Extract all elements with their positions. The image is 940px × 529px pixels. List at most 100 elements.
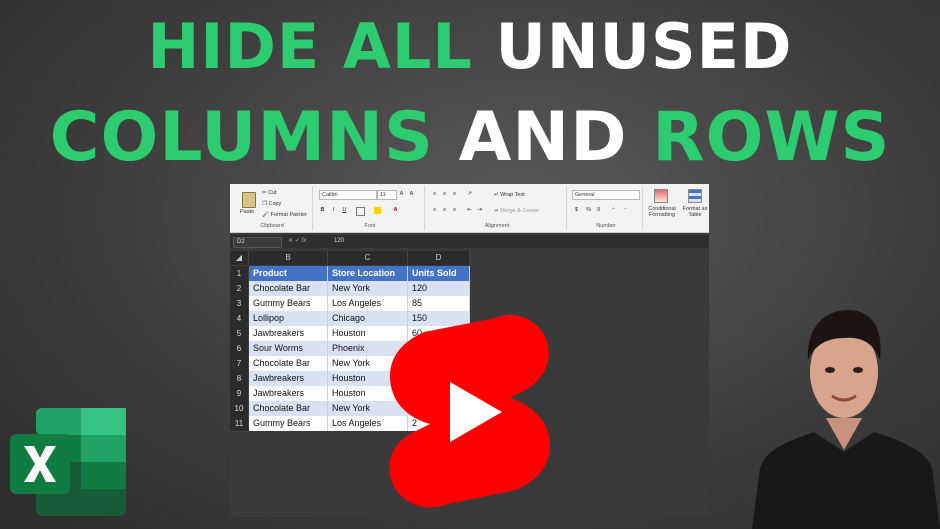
align-center-icon[interactable]: ≡	[441, 207, 448, 214]
name-box[interactable]: D2	[233, 237, 282, 248]
table-cell[interactable]: Chocolate Bar	[249, 281, 328, 296]
borders-icon[interactable]	[356, 207, 365, 216]
enter-icon[interactable]: ✓	[295, 238, 300, 244]
italic-button[interactable]: I	[330, 207, 337, 214]
row-header[interactable]: 4	[230, 311, 248, 327]
align-left-icon[interactable]: ≡	[431, 207, 438, 214]
align-middle-icon[interactable]: ≡	[441, 191, 448, 198]
styles-group: Conditional Formatting Format as Table	[646, 186, 709, 230]
table-cell[interactable]: Chocolate Bar	[249, 401, 328, 416]
font-group-label: Font	[364, 223, 376, 229]
clipboard-group: Paste ✂ Cut ❐ Copy 🖌 Format Painter Clip…	[232, 186, 313, 230]
font-name-dropdown[interactable]: Calibri	[319, 190, 377, 200]
table-cell[interactable]: New York	[328, 281, 408, 296]
cancel-icon[interactable]: ✕	[288, 238, 293, 244]
table-cell[interactable]: Los Angeles	[328, 296, 408, 311]
row-header[interactable]: 8	[230, 371, 248, 387]
alignment-group: ≡ ≡ ≡ ↗ ≡ ≡ ≡ ⇤ ⇥ ↵ Wrap Text ⬌ Merge & …	[428, 186, 567, 230]
format-as-table-button[interactable]: Format as Table	[681, 206, 709, 218]
table-header-cell[interactable]: Units Sold	[408, 266, 470, 281]
currency-button[interactable]: $	[573, 207, 580, 214]
increase-decimal-icon[interactable]: ⁺	[610, 207, 617, 214]
number-group: General $ % 9 ⁺ ⁻ Number	[570, 186, 643, 230]
merge-center-label: Merge & Center	[500, 208, 539, 214]
font-size-dropdown[interactable]: 11	[377, 190, 397, 200]
wrap-text-label: Wrap Text	[500, 192, 525, 198]
row-header[interactable]: 3	[230, 296, 248, 312]
headline-word-3: COLUMNS	[49, 98, 459, 177]
decrease-font-icon[interactable]: A	[408, 191, 415, 198]
headline-word-2: UNUSED	[495, 10, 793, 83]
table-cell[interactable]: Gummy Bears	[249, 296, 328, 311]
table-cell[interactable]: Sour Worms	[249, 341, 328, 356]
table-cell[interactable]: Jawbreakers	[249, 326, 328, 341]
table-header-cell[interactable]: Product	[249, 266, 328, 281]
table-header-cell[interactable]: Store Location	[328, 266, 408, 281]
cut-button[interactable]: ✂ Cut	[262, 190, 277, 196]
brush-icon: 🖌	[262, 212, 271, 218]
number-group-label: Number	[596, 223, 616, 229]
paste-icon[interactable]	[242, 192, 256, 208]
wrap-text-button[interactable]: ↵ Wrap Text	[494, 192, 525, 198]
table-cell[interactable]: 120	[408, 281, 470, 296]
table-cell[interactable]: Jawbreakers	[249, 386, 328, 401]
orientation-icon[interactable]: ↗	[466, 191, 473, 198]
table-cell[interactable]: Chocolate Bar	[249, 356, 328, 371]
increase-font-icon[interactable]: A	[398, 191, 405, 198]
table-cell[interactable]: Jawbreakers	[249, 371, 328, 386]
alignment-group-label: Alignment	[484, 223, 510, 229]
row-header[interactable]: 1	[230, 266, 248, 282]
headline-word-5: ROWS	[652, 98, 891, 177]
formula-input[interactable]: 120	[334, 237, 344, 246]
outdent-icon[interactable]: ⇥	[476, 207, 483, 214]
formula-bar: D2 ✕ ✓ fx 120	[230, 235, 709, 248]
align-top-icon[interactable]: ≡	[431, 191, 438, 198]
table-cell[interactable]: 85	[408, 296, 470, 311]
fill-color-icon[interactable]	[374, 207, 381, 214]
headline-line-1: HIDE ALL UNUSED	[0, 10, 940, 83]
align-bottom-icon[interactable]: ≡	[451, 191, 458, 198]
comma-button[interactable]: 9	[595, 207, 602, 214]
row-header[interactable]: 9	[230, 386, 248, 402]
indent-icon[interactable]: ⇤	[466, 207, 473, 214]
font-color-icon[interactable]: A	[392, 207, 399, 214]
ribbon: Paste ✂ Cut ❐ Copy 🖌 Format Painter Clip…	[230, 184, 709, 233]
row-header[interactable]: 7	[230, 356, 248, 372]
youtube-shorts-icon	[389, 314, 550, 508]
presenter-avatar	[752, 310, 940, 529]
clipboard-group-label: Clipboard	[260, 223, 284, 229]
percent-button[interactable]: %	[585, 207, 592, 214]
conditional-formatting-icon	[654, 189, 668, 203]
format-painter-label: Format Painter	[270, 212, 307, 218]
merge-center-button[interactable]: ⬌ Merge & Center	[494, 208, 539, 214]
headline-word-4: AND	[458, 98, 653, 177]
table-cell[interactable]: Gummy Bears	[249, 416, 328, 431]
bold-button[interactable]: B	[319, 207, 326, 214]
column-header-c[interactable]: C	[328, 251, 408, 265]
select-all-corner[interactable]: ◢	[230, 251, 249, 265]
row-header[interactable]: 10	[230, 401, 248, 417]
fx-icon[interactable]: fx	[301, 238, 306, 244]
paste-button[interactable]: Paste	[240, 209, 254, 215]
number-format-dropdown[interactable]: General	[572, 190, 640, 200]
underline-button[interactable]: U	[341, 207, 348, 214]
font-group: Calibri 11 A A B I U A Font	[316, 186, 425, 230]
cut-label: Cut	[268, 190, 277, 196]
copy-button[interactable]: ❐ Copy	[262, 201, 281, 207]
headline-line-2: COLUMNS AND ROWS	[0, 98, 940, 177]
align-right-icon[interactable]: ≡	[451, 207, 458, 214]
row-header[interactable]: 2	[230, 281, 248, 297]
table-cell[interactable]: Lollipop	[249, 311, 328, 326]
decrease-decimal-icon[interactable]: ⁻	[622, 207, 629, 214]
column-header-b[interactable]: B	[249, 251, 328, 265]
format-painter-button[interactable]: 🖌 Format Painter	[262, 212, 307, 218]
row-header[interactable]: 11	[230, 416, 248, 432]
format-as-table-icon	[688, 189, 702, 203]
row-header[interactable]: 5	[230, 326, 248, 342]
fx-controls: ✕ ✓ fx	[288, 237, 306, 246]
row-header[interactable]: 6	[230, 341, 248, 357]
conditional-formatting-button[interactable]: Conditional Formatting	[646, 206, 678, 218]
copy-label: Copy	[268, 201, 282, 207]
excel-logo-icon	[10, 408, 126, 516]
column-header-d[interactable]: D	[408, 251, 470, 265]
